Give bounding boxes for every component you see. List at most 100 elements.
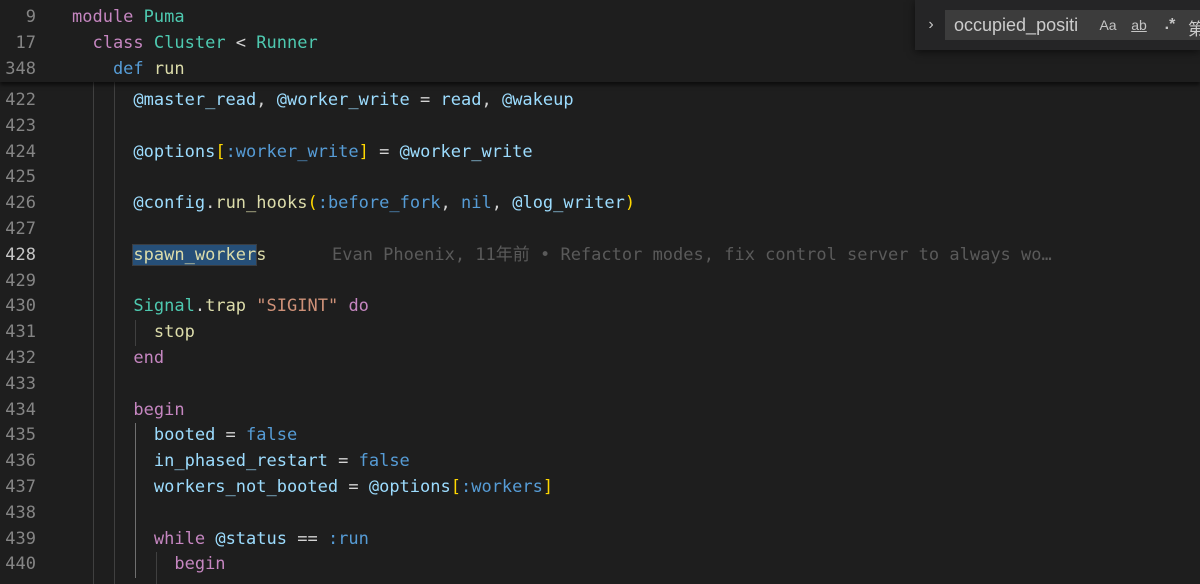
use-regex-icon[interactable]: .* (1158, 15, 1182, 35)
line-number: 348 (5, 59, 36, 79)
line-number: 435 (5, 425, 36, 446)
code-line[interactable]: 428 spawn_workers Evan Phoenix, 11年前 • Re… (0, 243, 1200, 269)
code-token: spawn_worker (132, 243, 258, 266)
code-token: , (256, 90, 277, 110)
code-token: s (256, 244, 267, 265)
sticky-line-code: module Puma (72, 4, 185, 30)
line-code: in_phased_restart = false (72, 449, 410, 475)
code-line[interactable]: 437 workers_not_booted = @options[:worke… (0, 475, 1200, 501)
line-number: 424 (5, 141, 36, 162)
code-token: @worker_write (399, 141, 533, 162)
line-number: 17 (15, 33, 36, 53)
line-code: stop (72, 320, 195, 346)
code-line[interactable]: 429 (0, 269, 1200, 295)
line-code: spawn_workers (72, 243, 267, 269)
line-code: @config.run_hooks(:before_fork, nil, @lo… (72, 191, 635, 217)
line-number: 432 (5, 348, 36, 368)
code-token: :workers (460, 477, 543, 497)
code-token: == (286, 528, 328, 549)
code-token: @options (133, 141, 216, 162)
code-token: false (246, 425, 298, 446)
code-token: read (440, 90, 482, 110)
line-number: 434 (5, 399, 36, 420)
match-case-icon[interactable]: Aa (1096, 15, 1120, 35)
code-token: :worker_write (225, 141, 359, 162)
code-token: = (215, 425, 247, 446)
code-token: class (72, 33, 144, 53)
line-number: 431 (5, 322, 36, 343)
code-token: begin (174, 554, 226, 575)
code-line[interactable]: 436 in_phased_restart = false (0, 449, 1200, 475)
code-token: ] (542, 477, 554, 497)
code-token: @status (215, 528, 287, 549)
code-line[interactable]: 426 @config.run_hooks(:before_fork, nil,… (0, 191, 1200, 217)
code-line[interactable]: 438 (0, 501, 1200, 527)
code-token: @config (133, 193, 206, 214)
find-query-text[interactable]: occupied_positi (954, 11, 1090, 39)
code-token: :run (327, 528, 369, 549)
code-token: [ (215, 141, 226, 162)
code-line[interactable]: 432 end (0, 346, 1200, 372)
code-token: @log_writer (512, 193, 625, 214)
git-blame-annotation: Evan Phoenix, 11年前 • Refactor modes, fix… (332, 244, 1052, 265)
line-number: 9 (25, 7, 36, 27)
find-input[interactable]: occupied_positi Aa ab .* (945, 10, 1200, 40)
code-token: Cluster (153, 33, 226, 53)
indent-guide (135, 320, 136, 346)
code-line[interactable]: 431 stop (0, 320, 1200, 346)
code-area[interactable]: 422 @master_read, @worker_write = read, … (0, 82, 1200, 584)
code-line[interactable]: 435 booted = false (0, 423, 1200, 449)
code-token: do (348, 296, 369, 317)
find-result-text: 第 (1188, 20, 1200, 40)
line-code: workers_not_booted = @options[:workers] (72, 475, 553, 501)
line-code: @master_read, @worker_write = read, @wak… (72, 88, 573, 114)
sticky-scroll-line[interactable]: 348 def run (0, 56, 1200, 82)
match-whole-word-icon[interactable]: ab (1126, 15, 1152, 35)
code-token: , (440, 193, 462, 214)
code-token: = (338, 477, 369, 497)
code-token: = (409, 90, 441, 110)
code-line[interactable]: 425 (0, 165, 1200, 191)
code-line[interactable]: 433 (0, 372, 1200, 398)
indent-guide (156, 552, 157, 584)
line-code: @options[:worker_write] = @worker_write (72, 140, 533, 166)
line-number: 439 (5, 528, 36, 549)
code-editor[interactable]: 9 module Puma 17 class Cluster < Runner 348… (0, 0, 1200, 584)
code-token: Signal (133, 296, 195, 317)
code-line[interactable]: 434 begin (0, 398, 1200, 424)
code-token: ( (307, 193, 318, 214)
line-code: end (72, 346, 164, 372)
line-code: while @status == :run (72, 527, 369, 553)
code-line[interactable]: 440 begin (0, 552, 1200, 578)
line-number: 437 (5, 477, 36, 497)
code-line[interactable]: 423 (0, 114, 1200, 140)
line-code: begin (72, 398, 184, 424)
line-number: 426 (5, 193, 36, 214)
sticky-line-code: class Cluster < Runner (72, 30, 317, 56)
code-line[interactable]: 427 (0, 217, 1200, 243)
code-line[interactable]: 439 while @status == :run (0, 527, 1200, 553)
code-token: stop (153, 322, 195, 343)
line-number: 430 (5, 296, 36, 317)
toggle-replace-chevron-icon[interactable]: › (923, 13, 939, 37)
code-token: @master_read (133, 90, 257, 110)
code-line[interactable]: 430 Signal.trap "SIGINT" do (0, 294, 1200, 320)
code-line[interactable]: 424 @options[:worker_write] = @worker_wr… (0, 140, 1200, 166)
code-line[interactable]: 422 @master_read, @worker_write = read, … (0, 88, 1200, 114)
line-number: 427 (5, 219, 36, 239)
code-token: = (368, 141, 400, 162)
code-token: , (491, 193, 513, 214)
code-token: def (72, 59, 144, 79)
code-token: :before_fork (317, 193, 441, 214)
